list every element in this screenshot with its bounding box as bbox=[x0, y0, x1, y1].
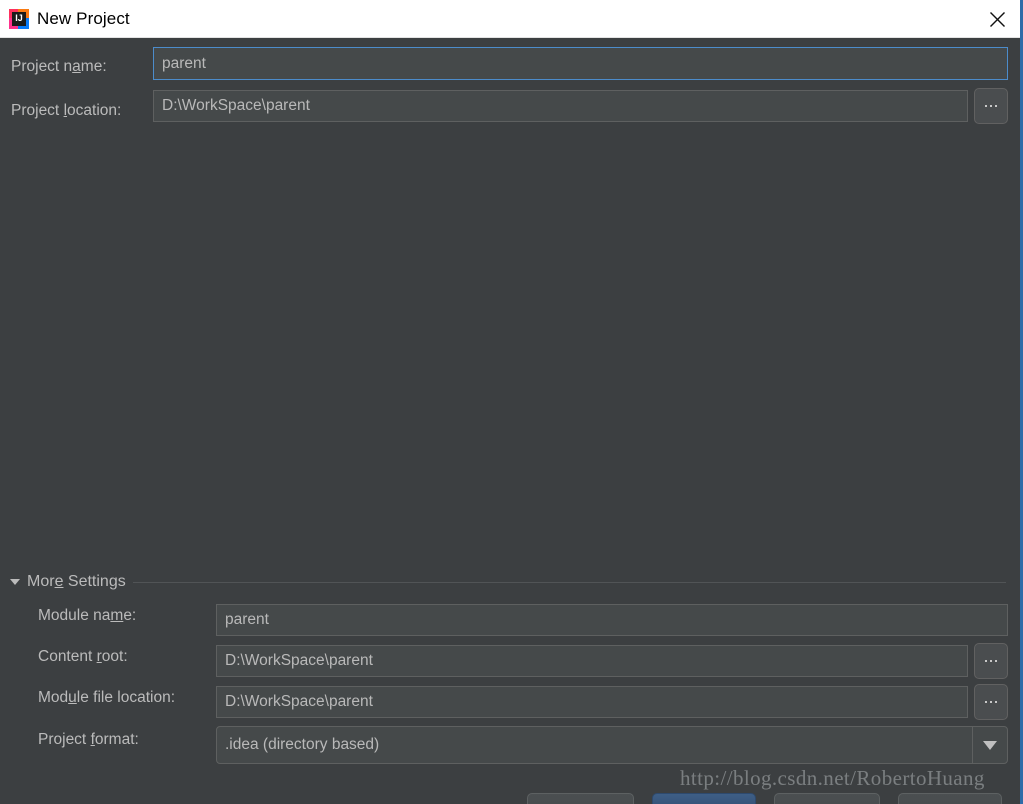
project-format-label: Project format: bbox=[38, 731, 139, 748]
project-location-browse-button[interactable] bbox=[974, 88, 1008, 124]
title-bar: IJ New Project bbox=[0, 0, 1020, 38]
close-icon[interactable] bbox=[974, 0, 1020, 38]
project-name-label: Project name: bbox=[11, 58, 107, 75]
module-name-input[interactable]: parent bbox=[216, 604, 1008, 636]
module-file-location-label: Module file location: bbox=[38, 689, 176, 706]
content-root-input[interactable]: D:\WorkSpace\parent bbox=[216, 645, 968, 677]
module-file-location-browse-button[interactable] bbox=[974, 684, 1008, 720]
project-format-select[interactable]: .idea (directory based) bbox=[216, 726, 1008, 764]
project-location-input[interactable]: D:\WorkSpace\parent bbox=[153, 90, 968, 122]
content-root-browse-button[interactable] bbox=[974, 643, 1008, 679]
content-root-label: Content root: bbox=[38, 648, 128, 665]
module-file-location-input[interactable]: D:\WorkSpace\parent bbox=[216, 686, 968, 718]
chevron-down-icon bbox=[10, 579, 20, 585]
project-location-label: Project location: bbox=[11, 102, 122, 119]
dialog-content: Project name: parent Project location: D… bbox=[0, 38, 1020, 804]
finish-button[interactable]: Finish bbox=[652, 793, 756, 804]
previous-button[interactable]: Previous bbox=[527, 793, 634, 804]
help-button[interactable]: Help bbox=[898, 793, 1002, 804]
section-divider bbox=[132, 581, 1006, 583]
cancel-button[interactable]: Cancel bbox=[774, 793, 880, 804]
more-settings-section-header[interactable]: More Settings bbox=[10, 571, 1006, 593]
chevron-down-icon[interactable] bbox=[972, 727, 1007, 763]
intellij-icon-letters: IJ bbox=[12, 11, 26, 26]
more-settings-label: More Settings bbox=[27, 573, 126, 590]
new-project-dialog: IJ New Project Project name: parent Proj… bbox=[0, 0, 1023, 804]
project-name-input[interactable]: parent bbox=[153, 47, 1008, 80]
window-title: New Project bbox=[37, 8, 130, 28]
project-format-value: .idea (directory based) bbox=[225, 736, 380, 753]
intellij-idea-icon: IJ bbox=[9, 8, 29, 29]
module-name-label: Module name: bbox=[38, 607, 137, 624]
